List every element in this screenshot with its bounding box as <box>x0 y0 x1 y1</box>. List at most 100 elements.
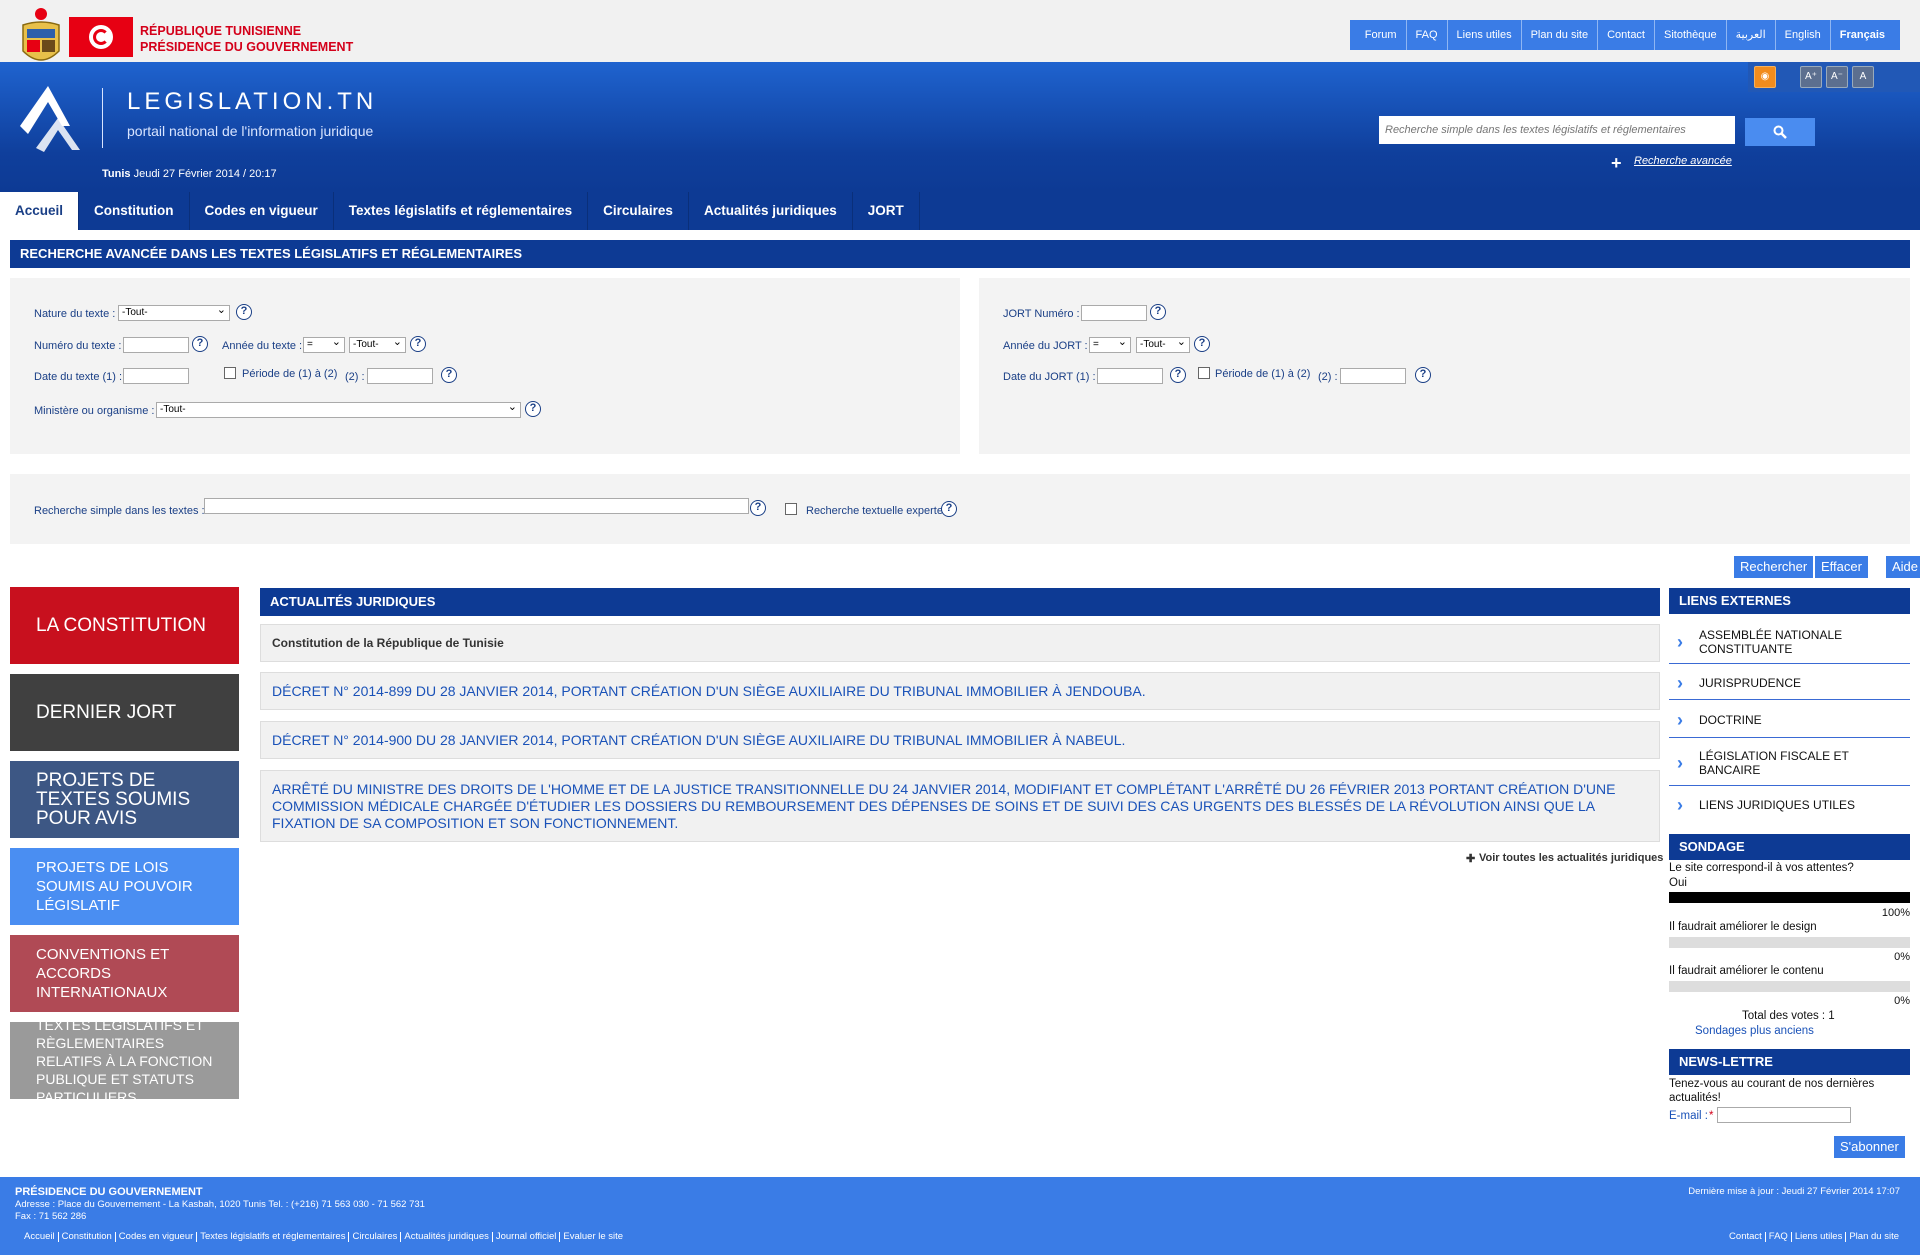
advanced-search-link[interactable]: Recherche avancée <box>1634 155 1732 167</box>
help-button[interactable]: Aide <box>1886 556 1920 578</box>
jort-date-from-input[interactable] <box>1097 368 1163 384</box>
poll-option-label: Il faudrait améliorer le contenu <box>1669 965 1824 977</box>
poll-percent: 0% <box>1894 951 1910 963</box>
font-reset-icon[interactable]: A <box>1852 66 1874 88</box>
annee-operator-select[interactable]: = <box>303 335 345 353</box>
font-decrease-icon[interactable]: A⁻ <box>1826 66 1848 88</box>
required-mark: * <box>1709 1110 1714 1122</box>
help-icon[interactable]: ? <box>750 500 766 516</box>
help-icon[interactable]: ? <box>1150 304 1166 320</box>
external-link-item[interactable]: › ASSEMBLÉE NATIONALE CONSTITUANTE <box>1669 620 1910 664</box>
help-icon[interactable]: ? <box>236 304 252 320</box>
top-link-useful-links[interactable]: Liens utiles <box>1448 20 1522 50</box>
expert-search-checkbox[interactable] <box>785 503 797 515</box>
box-public-service-texts[interactable]: TEXTES LÉGISLATIFS ET RÈGLEMENTAIRES REL… <box>10 1017 239 1105</box>
external-link-item[interactable]: › LIENS JURIDIQUES UTILES <box>1669 788 1910 822</box>
nature-select[interactable]: -Tout- <box>118 303 230 321</box>
poll-percent: 0% <box>1894 995 1910 1007</box>
box-draft-laws[interactable]: PROJETS DE LOIS SOUMIS AU POUVOIR LÉGISL… <box>10 848 239 925</box>
footer-link[interactable]: Liens utiles <box>1792 1232 1847 1242</box>
jort-date-to-label: (2) : <box>1318 371 1338 383</box>
footer-link[interactable]: Accueil <box>21 1232 59 1242</box>
top-bar: RÉPUBLIQUE TUNISIENNE PRÉSIDENCE DU GOUV… <box>0 0 1920 70</box>
box-constitution[interactable]: LA CONSTITUTION <box>10 587 239 664</box>
subscribe-button[interactable]: S'abonner <box>1834 1136 1905 1158</box>
chevron-right-icon: › <box>1677 709 1683 730</box>
email-input[interactable] <box>1717 1107 1851 1123</box>
email-label: E-mail : <box>1669 1110 1708 1122</box>
nav-jort[interactable]: JORT <box>853 192 920 230</box>
nav-texts[interactable]: Textes législatifs et réglementaires <box>334 192 589 230</box>
top-link-arabic[interactable]: العربية <box>1727 20 1776 50</box>
top-link-faq[interactable]: FAQ <box>1407 20 1448 50</box>
footer-link[interactable]: Plan du site <box>1846 1232 1902 1242</box>
rss-icon[interactable]: ◉ <box>1754 66 1776 88</box>
poll-question: Le site correspond-il à vos attentes? <box>1669 862 1854 874</box>
jort-annee-operator-select[interactable]: = <box>1089 335 1131 353</box>
nav-circulaires[interactable]: Circulaires <box>588 192 689 230</box>
footer-link[interactable]: Circulaires <box>349 1232 402 1242</box>
footer-link[interactable]: Journal officiel <box>493 1232 561 1242</box>
nav-codes[interactable]: Codes en vigueur <box>190 192 334 230</box>
external-links-title: LIENS EXTERNES <box>1669 588 1910 614</box>
footer-link[interactable]: Constitution <box>59 1232 116 1242</box>
older-polls-link[interactable]: Sondages plus anciens <box>1695 1025 1814 1037</box>
annee-label: Année du texte : <box>222 340 303 352</box>
simple-search-field[interactable] <box>204 498 749 514</box>
date-from-input[interactable] <box>123 368 189 384</box>
news-item[interactable]: DÉCRET N° 2014-899 DU 28 JANVIER 2014, P… <box>260 672 1660 710</box>
nav-constitution[interactable]: Constitution <box>79 192 190 230</box>
top-link-french[interactable]: Français <box>1831 20 1894 50</box>
top-link-contact[interactable]: Contact <box>1598 20 1655 50</box>
jort-date-to-input[interactable] <box>1340 368 1406 384</box>
footer-link[interactable]: Textes législatifs et réglementaires <box>197 1232 350 1242</box>
periode-label: Période de (1) à (2) <box>242 368 338 380</box>
date-to-input[interactable] <box>367 368 433 384</box>
help-icon[interactable]: ? <box>1170 367 1186 383</box>
ministere-select[interactable]: -Tout- <box>156 400 521 418</box>
top-link-sitemap[interactable]: Plan du site <box>1522 20 1599 50</box>
search-submit-button[interactable]: Rechercher <box>1734 556 1814 578</box>
box-last-jort[interactable]: DERNIER JORT <box>10 674 239 751</box>
footer-link[interactable]: Codes en vigueur <box>116 1232 198 1242</box>
top-link-sitotheque[interactable]: Sitothèque <box>1655 20 1727 50</box>
footer-link[interactable]: Actualités juridiques <box>401 1232 493 1242</box>
help-icon[interactable]: ? <box>441 367 457 383</box>
jort-periode-label: Période de (1) à (2) <box>1215 368 1311 380</box>
external-link-item[interactable]: › LÉGISLATION FISCALE ET BANCAIRE <box>1669 740 1910 786</box>
footer-link[interactable]: FAQ <box>1766 1232 1792 1242</box>
news-item[interactable]: DÉCRET N° 2014-900 DU 28 JANVIER 2014, P… <box>260 721 1660 759</box>
simple-search-input[interactable] <box>1379 116 1735 144</box>
institution-name: PRÉSIDENCE DU GOUVERNEMENT <box>140 40 354 54</box>
news-item[interactable]: Constitution de la République de Tunisie <box>260 624 1660 662</box>
help-icon[interactable]: ? <box>525 401 541 417</box>
jort-periode-checkbox[interactable] <box>1198 367 1210 379</box>
help-icon[interactable]: ? <box>941 501 957 517</box>
box-conventions[interactable]: CONVENTIONS ET ACCORDS INTERNATIONAUX <box>10 935 239 1012</box>
nav-news[interactable]: Actualités juridiques <box>689 192 853 230</box>
news-item[interactable]: ARRÊTÉ DU MINISTRE DES DROITS DE L'HOMME… <box>260 770 1660 842</box>
font-increase-icon[interactable]: A⁺ <box>1800 66 1822 88</box>
top-link-forum[interactable]: Forum <box>1356 20 1407 50</box>
external-link-label: LIENS JURIDIQUES UTILES <box>1699 798 1856 812</box>
clear-button[interactable]: Effacer <box>1815 556 1868 578</box>
jort-numero-input[interactable] <box>1081 305 1147 321</box>
annee-select[interactable]: -Tout- <box>349 335 406 353</box>
help-icon[interactable]: ? <box>410 336 426 352</box>
nav-home[interactable]: Accueil <box>0 192 80 230</box>
numero-input[interactable] <box>123 337 189 353</box>
help-icon[interactable]: ? <box>192 336 208 352</box>
footer: PRÉSIDENCE DU GOUVERNEMENT Adresse : Pla… <box>0 1177 1920 1255</box>
help-icon[interactable]: ? <box>1194 336 1210 352</box>
footer-link[interactable]: Evaluer le site <box>560 1232 626 1242</box>
box-draft-texts[interactable]: PROJETS DE TEXTES SOUMIS POUR AVIS <box>10 761 239 838</box>
help-icon[interactable]: ? <box>1415 367 1431 383</box>
periode-checkbox[interactable] <box>224 367 236 379</box>
external-link-item[interactable]: › DOCTRINE <box>1669 702 1910 738</box>
all-news-link[interactable]: Voir toutes les actualités juridiques <box>1479 852 1663 864</box>
external-link-item[interactable]: › JURISPRUDENCE <box>1669 666 1910 700</box>
search-button[interactable] <box>1745 118 1815 146</box>
footer-link[interactable]: Contact <box>1726 1232 1766 1242</box>
jort-annee-select[interactable]: -Tout- <box>1136 335 1190 353</box>
top-link-english[interactable]: English <box>1776 20 1831 50</box>
